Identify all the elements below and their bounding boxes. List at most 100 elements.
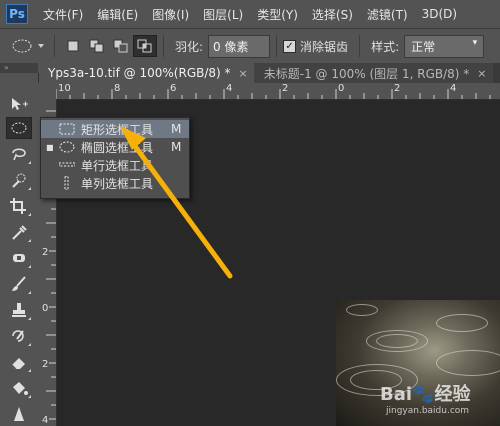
menu-edit[interactable]: 编辑(E) xyxy=(90,6,145,23)
paint-bucket-tool[interactable] xyxy=(6,377,32,399)
submenu-indicator xyxy=(28,343,31,346)
sharpen-tool[interactable] xyxy=(6,403,32,425)
horizontal-ruler[interactable]: 10 8 6 4 2 0 2 4 xyxy=(56,83,500,100)
menu-item-ellipse-marquee[interactable]: ■ 椭圆选框工具 M xyxy=(41,138,189,156)
antialias-checkbox[interactable]: ✓ xyxy=(283,39,297,53)
divider xyxy=(276,35,278,57)
single-column-marquee-icon xyxy=(57,176,77,190)
style-select[interactable]: 正常 ▾ xyxy=(404,34,485,58)
add-selection-icon xyxy=(89,39,104,53)
close-icon[interactable]: × xyxy=(477,67,486,80)
elliptical-marquee-tool[interactable] xyxy=(6,117,32,139)
history-brush-tool[interactable] xyxy=(6,325,32,347)
intersect-selection-button[interactable] xyxy=(133,35,157,57)
sharpen-icon xyxy=(14,407,24,421)
tool-preset-picker[interactable] xyxy=(8,35,48,57)
document-tabs: Yps3a-10.tif @ 100%(RGB/8) * × 未标题-1 @ 1… xyxy=(38,63,500,83)
shortcut-key: M xyxy=(171,140,182,154)
healing-brush-tool[interactable] xyxy=(6,247,32,269)
submenu-indicator xyxy=(28,317,31,320)
stamp-icon xyxy=(12,303,26,317)
ellipse-marquee-icon xyxy=(57,141,77,153)
ruler-tick-label: 4 xyxy=(226,83,233,94)
photoshop-logo: Ps xyxy=(6,4,28,24)
lasso-tool[interactable] xyxy=(6,143,32,165)
chevron-down-icon: ▾ xyxy=(472,37,478,48)
ruler-ticks xyxy=(56,89,491,99)
lasso-icon xyxy=(12,148,26,161)
brush-icon xyxy=(12,276,26,291)
menu-layer[interactable]: 图层(L) xyxy=(196,6,250,23)
feather-input[interactable]: 0 像素 xyxy=(208,34,271,58)
shortcut-key: M xyxy=(171,122,182,136)
ruler-tick-label: 4 xyxy=(450,83,457,94)
eraser-tool[interactable] xyxy=(6,351,32,373)
submenu-indicator xyxy=(28,395,31,398)
subtract-selection-icon xyxy=(113,39,128,53)
divider xyxy=(359,35,361,57)
ruler-tick-label: 2 xyxy=(42,247,49,258)
ripple xyxy=(436,350,500,376)
tab-label: 未标题-1 @ 100% (图层 1, RGB/8) * xyxy=(263,66,470,81)
menu-item-rect-marquee[interactable]: 矩形选框工具 M xyxy=(41,120,189,138)
menu-item-label: 矩形选框工具 xyxy=(81,122,154,137)
ruler-tick-label: 6 xyxy=(170,83,177,94)
move-tool[interactable] xyxy=(6,93,32,115)
menu-item-label: 单行选框工具 xyxy=(81,158,154,173)
ripple xyxy=(376,334,418,348)
intersect-selection-icon xyxy=(137,39,152,53)
baidu-watermark: Bai🐾经验 jingyan.baidu.com xyxy=(380,380,498,424)
style-label: 样式: xyxy=(371,39,400,54)
eyedropper-icon xyxy=(12,225,27,240)
tab-document-1[interactable]: Yps3a-10.tif @ 100%(RGB/8) * × xyxy=(38,63,254,83)
antialias-label: 消除锯齿 xyxy=(300,39,349,54)
menu-item-single-row-marquee[interactable]: 单行选框工具 xyxy=(41,156,189,174)
eyedropper-tool[interactable] xyxy=(6,221,32,243)
close-icon[interactable]: × xyxy=(239,67,248,80)
ripple xyxy=(346,304,378,316)
ellipse-marquee-icon xyxy=(12,39,44,53)
menu-item-label: 椭圆选框工具 xyxy=(81,140,154,155)
submenu-indicator xyxy=(28,187,31,190)
menu-item-single-column-marquee[interactable]: 单列选框工具 xyxy=(41,174,189,192)
menu-select[interactable]: 选择(S) xyxy=(305,6,360,23)
new-selection-button[interactable] xyxy=(61,35,85,57)
ruler-tick-label: 10 xyxy=(58,83,71,94)
crop-icon xyxy=(10,198,26,214)
submenu-indicator xyxy=(28,369,31,372)
toolbox-collapse-toggle[interactable]: » xyxy=(0,63,38,73)
menu-file[interactable]: 文件(F) xyxy=(36,6,90,23)
history-brush-icon xyxy=(12,330,24,342)
add-to-selection-button[interactable] xyxy=(85,35,109,57)
watermark-brand: Bai xyxy=(380,384,413,405)
submenu-indicator xyxy=(28,161,31,164)
clone-stamp-tool[interactable] xyxy=(6,299,32,321)
menu-bar: Ps 文件(F) 编辑(E) 图像(I) 图层(L) 类型(Y) 选择(S) 滤… xyxy=(0,0,500,28)
submenu-indicator xyxy=(28,291,31,294)
ruler-tick-label: 2 xyxy=(394,83,401,94)
eraser-icon xyxy=(11,358,25,370)
ruler-tick-label: 4 xyxy=(42,415,49,426)
ruler-origin[interactable] xyxy=(38,83,57,100)
menu-type[interactable]: 类型(Y) xyxy=(250,6,305,23)
move-icon xyxy=(12,98,28,110)
menu-3d[interactable]: 3D(D) xyxy=(415,7,464,21)
subtract-from-selection-button[interactable] xyxy=(109,35,133,57)
paint-bucket-icon xyxy=(13,382,28,395)
tab-document-2[interactable]: 未标题-1 @ 100% (图层 1, RGB/8) * × xyxy=(253,63,493,83)
ellipse-marquee-icon xyxy=(11,122,27,134)
new-selection-icon xyxy=(67,40,79,52)
quick-selection-tool[interactable] xyxy=(6,169,32,191)
crop-tool[interactable] xyxy=(6,195,32,217)
feather-label: 羽化: xyxy=(175,39,204,54)
ripple xyxy=(436,314,488,332)
ruler-tick-label: 0 xyxy=(338,83,345,94)
paw-icon: 🐾 xyxy=(412,384,435,405)
menu-filter[interactable]: 滤镜(T) xyxy=(360,6,415,23)
marquee-tool-flyout: 矩形选框工具 M ■ 椭圆选框工具 M 单行选框工具 单列选框工具 xyxy=(40,117,190,199)
brush-tool[interactable] xyxy=(6,273,32,295)
menu-image[interactable]: 图像(I) xyxy=(145,6,196,23)
submenu-indicator xyxy=(28,213,31,216)
quick-selection-icon xyxy=(12,173,26,188)
bandage-icon xyxy=(13,254,25,262)
